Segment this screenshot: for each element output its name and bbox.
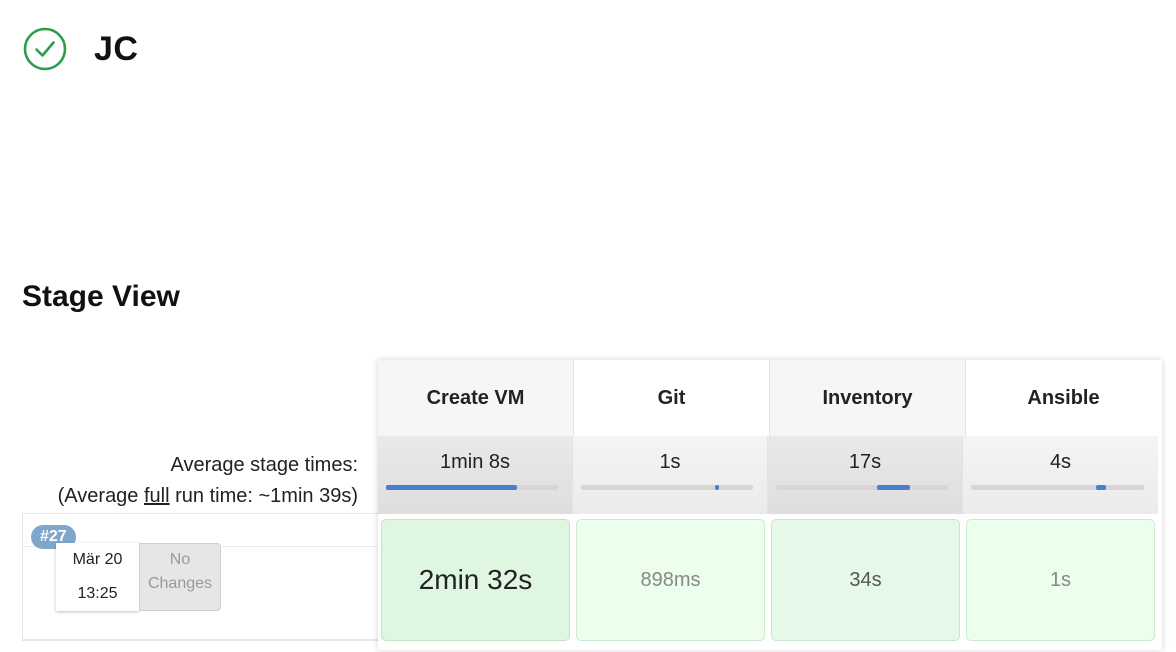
average-run-time-suffix: run time: ~1min 39s) xyxy=(169,485,358,507)
avg-time-git: 1s xyxy=(659,451,681,473)
average-times-label: Average stage times: (Average full run t… xyxy=(22,450,358,512)
changes-box[interactable]: No Changes xyxy=(139,543,221,611)
stage-header-row: Create VM Git Inventory Ansible xyxy=(378,360,1162,436)
stage-header-inventory: Inventory xyxy=(770,360,966,436)
full-run-time-link[interactable]: full xyxy=(144,485,170,507)
avg-bar-fill-create-vm xyxy=(386,485,517,490)
avg-bar-fill-git xyxy=(715,485,720,490)
avg-cell-create-vm: 1min 8s xyxy=(378,436,573,514)
avg-time-ansible: 4s xyxy=(1049,451,1072,473)
average-run-time-prefix: (Average xyxy=(57,485,144,507)
build-time: 13:25 xyxy=(77,585,118,602)
stage-cell-create-vm[interactable]: 2min 32s xyxy=(381,519,570,641)
stage-header-git: Git xyxy=(574,360,770,436)
build-stage-row: 2min 32s 898ms 34s 1s xyxy=(378,514,1162,652)
average-times-row: 1min 8s 1s 17s 4s xyxy=(378,436,1162,514)
stage-cell-ansible[interactable]: 1s xyxy=(966,519,1155,641)
avg-bar-track xyxy=(971,485,1144,490)
stage-cell-git[interactable]: 898ms xyxy=(576,519,765,641)
average-stage-times-text: Average stage times: xyxy=(170,454,358,476)
build-date-box: Mär 20 13:25 xyxy=(56,543,139,611)
avg-cell-inventory: 17s xyxy=(768,436,963,514)
stage-header-create-vm: Create VM xyxy=(378,360,574,436)
avg-bar-fill-ansible xyxy=(1095,485,1106,490)
avg-time-create-vm: 1min 8s xyxy=(439,451,511,473)
avg-bar-track xyxy=(776,485,948,490)
job-header: JC xyxy=(22,26,138,72)
page-title: JC xyxy=(94,29,139,68)
avg-bar-fill-inventory xyxy=(877,485,911,490)
avg-cell-ansible: 4s xyxy=(963,436,1158,514)
avg-bar-track xyxy=(386,485,558,490)
check-circle-icon xyxy=(23,27,67,71)
stage-cell-inventory[interactable]: 34s xyxy=(771,519,960,641)
stage-view-title: Stage View xyxy=(22,280,180,313)
stage-table: Create VM Git Inventory Ansible 1min 8s … xyxy=(378,360,1162,650)
avg-bar-track xyxy=(581,485,753,490)
avg-time-inventory: 17s xyxy=(848,451,882,473)
build-date: Mär 20 xyxy=(72,551,123,568)
avg-cell-git: 1s xyxy=(573,436,768,514)
stage-header-ansible: Ansible xyxy=(966,360,1161,436)
